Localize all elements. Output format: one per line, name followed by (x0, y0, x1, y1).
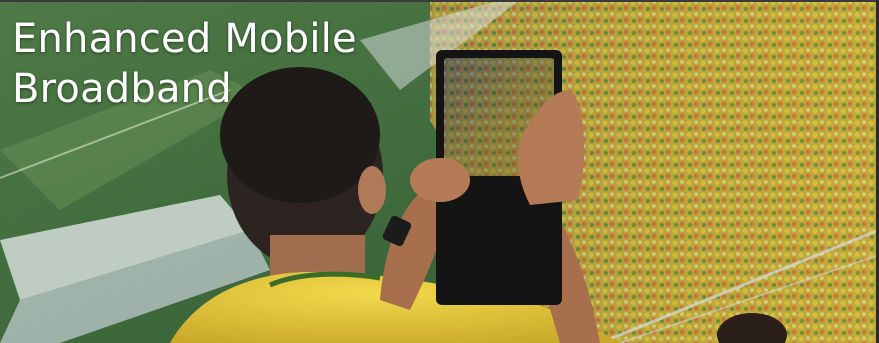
frame-top-edge (0, 0, 879, 2)
hero-banner: Enhanced Mobile Broadband (0, 0, 879, 343)
headline: Enhanced Mobile Broadband (12, 16, 357, 112)
